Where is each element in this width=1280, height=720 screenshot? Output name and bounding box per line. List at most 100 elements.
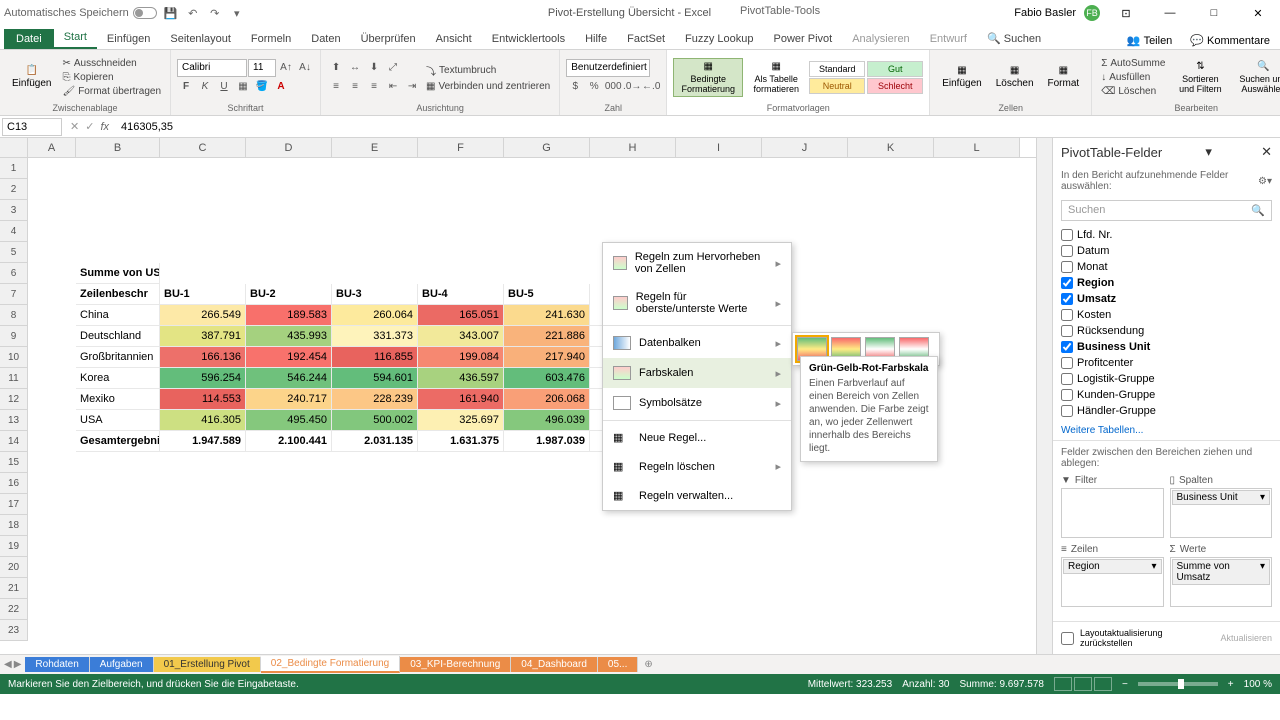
pivot-field-checkbox[interactable] bbox=[1061, 357, 1073, 369]
tab-developer[interactable]: Entwicklertools bbox=[482, 29, 575, 49]
pivot-field-item[interactable]: Rücksendung bbox=[1061, 323, 1272, 339]
align-top-icon[interactable]: ⬆ bbox=[327, 59, 345, 77]
formula-bar-input[interactable]: 416305,35 bbox=[115, 119, 1280, 135]
decrease-indent-icon[interactable]: ⇤ bbox=[384, 78, 402, 96]
cell[interactable]: 1.631.375 bbox=[418, 431, 504, 452]
redo-icon[interactable]: ↷ bbox=[207, 5, 223, 21]
cell[interactable]: Gesamtergebnis bbox=[76, 431, 160, 452]
find-select-button[interactable]: 🔍Suchen und Auswählen bbox=[1232, 59, 1280, 96]
cell[interactable]: 594.601 bbox=[332, 368, 418, 389]
increase-font-icon[interactable]: A↑ bbox=[277, 59, 295, 77]
col-header[interactable]: D bbox=[246, 138, 332, 157]
col-header[interactable]: B bbox=[76, 138, 160, 157]
pivot-field-item[interactable]: Region bbox=[1061, 275, 1272, 291]
zoom-out-icon[interactable]: − bbox=[1122, 679, 1128, 690]
col-header[interactable]: J bbox=[762, 138, 848, 157]
row-header[interactable]: 10 bbox=[0, 347, 28, 368]
cell[interactable]: 189.583 bbox=[246, 305, 332, 326]
cell[interactable]: 500.002 bbox=[332, 410, 418, 431]
sheet-nav-prev-icon[interactable]: ◀ bbox=[4, 659, 12, 670]
format-cells-button[interactable]: ▦Format bbox=[1042, 63, 1086, 91]
cf-top-bottom-rules[interactable]: Regeln für oberste/unterste Werte▸ bbox=[603, 283, 791, 323]
cf-color-scales[interactable]: Farbskalen▸ bbox=[603, 358, 791, 388]
cell[interactable]: 416.305 bbox=[160, 410, 246, 431]
sort-filter-button[interactable]: ⇅Sortieren und Filtern bbox=[1170, 59, 1230, 96]
col-header[interactable]: K bbox=[848, 138, 934, 157]
cf-icon-sets[interactable]: Symbolsätze▸ bbox=[603, 388, 791, 418]
font-color-icon[interactable]: A bbox=[272, 78, 290, 96]
zoom-slider[interactable] bbox=[1138, 682, 1218, 686]
style-bad[interactable]: Schlecht bbox=[867, 78, 923, 94]
row-header[interactable]: 6 bbox=[0, 263, 28, 284]
fx-icon[interactable]: fx bbox=[100, 121, 109, 133]
tab-factset[interactable]: FactSet bbox=[617, 29, 675, 49]
pivot-field-item[interactable]: Händler-Gruppe bbox=[1061, 403, 1272, 419]
cell[interactable]: 343.007 bbox=[418, 326, 504, 347]
increase-decimal-icon[interactable]: .0→ bbox=[623, 78, 641, 96]
pivot-field-checkbox[interactable] bbox=[1061, 341, 1073, 353]
zoom-level[interactable]: 100 % bbox=[1244, 679, 1272, 690]
col-header[interactable]: I bbox=[676, 138, 762, 157]
bold-icon[interactable]: F bbox=[177, 78, 195, 96]
row-header[interactable]: 2 bbox=[0, 179, 28, 200]
font-size-combo[interactable]: 11 bbox=[248, 59, 276, 77]
fill-button[interactable]: ↓ Ausfüllen bbox=[1098, 71, 1168, 84]
cell[interactable]: 2.100.441 bbox=[246, 431, 332, 452]
col-header[interactable]: F bbox=[418, 138, 504, 157]
align-right-icon[interactable]: ≡ bbox=[365, 78, 383, 96]
sheet-tab-active[interactable]: 02_Bedingte Formatierung bbox=[261, 656, 400, 673]
cell[interactable]: BU-3 bbox=[332, 284, 418, 305]
row-header[interactable]: 15 bbox=[0, 452, 28, 473]
tab-review[interactable]: Überprüfen bbox=[351, 29, 426, 49]
tab-view[interactable]: Ansicht bbox=[426, 29, 482, 49]
row-header[interactable]: 3 bbox=[0, 200, 28, 221]
accounting-icon[interactable]: $ bbox=[566, 78, 584, 96]
row-header[interactable]: 8 bbox=[0, 305, 28, 326]
cell[interactable]: 240.717 bbox=[246, 389, 332, 410]
pivot-field-item[interactable]: Umsatz bbox=[1061, 291, 1272, 307]
percent-icon[interactable]: % bbox=[585, 78, 603, 96]
autosave-toggle[interactable]: Automatisches Speichern bbox=[4, 7, 157, 19]
merge-button[interactable]: ▦ Verbinden und zentrieren bbox=[423, 80, 553, 93]
pivot-field-checkbox[interactable] bbox=[1061, 325, 1073, 337]
cell[interactable]: 436.597 bbox=[418, 368, 504, 389]
pivot-pane-gear-icon[interactable]: ⚙▾ bbox=[1258, 176, 1272, 187]
tab-design[interactable]: Entwurf bbox=[920, 29, 977, 49]
pivot-field-checkbox[interactable] bbox=[1061, 405, 1073, 417]
row-header[interactable]: 1 bbox=[0, 158, 28, 179]
page-layout-view-icon[interactable] bbox=[1074, 677, 1092, 691]
cell[interactable]: 596.254 bbox=[160, 368, 246, 389]
pivot-field-item[interactable]: Kosten bbox=[1061, 307, 1272, 323]
col-header[interactable]: C bbox=[160, 138, 246, 157]
cell[interactable]: Korea bbox=[76, 368, 160, 389]
increase-indent-icon[interactable]: ⇥ bbox=[403, 78, 421, 96]
confirm-formula-icon[interactable]: ✓ bbox=[85, 120, 94, 133]
pivot-field-search[interactable]: Suchen🔍 bbox=[1061, 200, 1272, 221]
row-header[interactable]: 12 bbox=[0, 389, 28, 410]
style-standard[interactable]: Standard bbox=[809, 61, 865, 77]
ribbon-display-icon[interactable]: ⊡ bbox=[1108, 0, 1144, 26]
sheet-tab[interactable]: 03_KPI-Berechnung bbox=[400, 657, 511, 672]
italic-icon[interactable]: K bbox=[196, 78, 214, 96]
row-header[interactable]: 9 bbox=[0, 326, 28, 347]
border-icon[interactable]: ▦ bbox=[234, 78, 252, 96]
row-header[interactable]: 23 bbox=[0, 620, 28, 641]
pivot-field-checkbox[interactable] bbox=[1061, 277, 1073, 289]
row-header[interactable]: 11 bbox=[0, 368, 28, 389]
cut-button[interactable]: ✂ Ausschneiden bbox=[59, 57, 164, 70]
name-box[interactable] bbox=[2, 118, 62, 136]
cell[interactable]: Mexiko bbox=[76, 389, 160, 410]
tab-search[interactable]: 🔍 Suchen bbox=[977, 28, 1051, 49]
pivot-field-item[interactable]: Lfd. Nr. bbox=[1061, 227, 1272, 243]
align-middle-icon[interactable]: ↔ bbox=[346, 59, 364, 77]
pivot-field-checkbox[interactable] bbox=[1061, 293, 1073, 305]
decrease-font-icon[interactable]: A↓ bbox=[296, 59, 314, 77]
filter-drop-area[interactable] bbox=[1061, 488, 1164, 538]
file-tab[interactable]: Datei bbox=[4, 29, 54, 49]
cell[interactable]: Summe von USpaltenbeschriftungen bbox=[76, 263, 160, 284]
cell[interactable]: 228.239 bbox=[332, 389, 418, 410]
defer-layout-checkbox[interactable] bbox=[1061, 632, 1074, 645]
pivot-field-checkbox[interactable] bbox=[1061, 245, 1073, 257]
pivot-pane-settings-icon[interactable]: ▾ bbox=[1205, 144, 1212, 160]
autosum-button[interactable]: Σ AutoSumme bbox=[1098, 57, 1168, 70]
